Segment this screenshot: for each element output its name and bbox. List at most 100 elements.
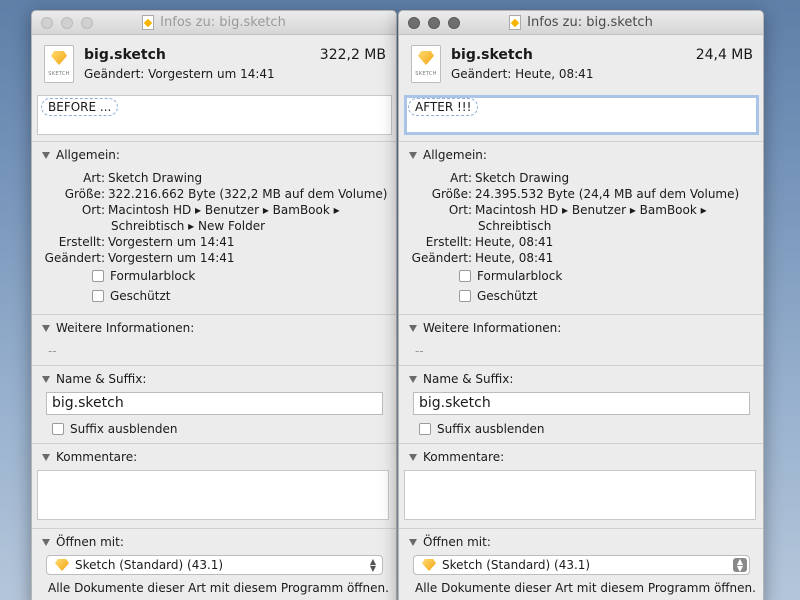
- tag-token[interactable]: BEFORE ...: [41, 98, 119, 116]
- file-size: 322,2 MB: [319, 47, 386, 63]
- comments-textarea[interactable]: [404, 470, 756, 520]
- select-stepper-icon[interactable]: ▲ ▼: [366, 558, 380, 573]
- stationery-label: Formularblock: [477, 269, 563, 283]
- file-name: big.sketch: [84, 47, 166, 63]
- section-general: Allgemein: Art: Sketch Drawing Größe: 24.3…: [399, 141, 763, 314]
- file-size: 24,4 MB: [695, 47, 753, 63]
- section-more-info: Weitere Informationen: --: [399, 314, 763, 365]
- locked-option[interactable]: Geschützt: [399, 286, 763, 306]
- open-with-select[interactable]: Sketch (Standard) (43.1) ▲ ▼: [46, 555, 383, 575]
- window-title: Infos zu: big.sketch: [32, 15, 396, 30]
- section-title: Name & Suffix:: [56, 372, 147, 386]
- value-size: 322.216.662 Byte (322,2 MB auf dem Volum…: [108, 187, 388, 201]
- tag-token[interactable]: AFTER !!!: [408, 98, 479, 116]
- disclosure-triangle-icon[interactable]: [42, 453, 50, 461]
- sketch-app-icon: [55, 559, 69, 571]
- section-title: Allgemein:: [56, 148, 120, 162]
- section-title: Öffnen mit:: [423, 535, 491, 549]
- label-modified: Geändert:: [44, 251, 105, 265]
- section-title: Allgemein:: [423, 148, 487, 162]
- window-title: Infos zu: big.sketch: [399, 15, 763, 30]
- section-header-comments[interactable]: Kommentare:: [399, 444, 763, 470]
- section-comments: Kommentare:: [399, 443, 763, 528]
- open-with-value: Sketch (Standard) (43.1): [442, 558, 591, 572]
- file-name: big.sketch: [451, 47, 533, 63]
- open-with-note: Alle Dokumente dieser Art mit diesem Pro…: [415, 581, 756, 595]
- file-icon-label: SKETCH: [415, 71, 437, 77]
- file-icon-label: SKETCH: [48, 71, 70, 77]
- section-header-general[interactable]: Allgemein:: [399, 142, 763, 168]
- row-size: Größe: 322.216.662 Byte (322,2 MB auf dem…: [32, 186, 396, 202]
- label-kind: Art:: [83, 171, 105, 185]
- window-title-text: Infos zu: big.sketch: [160, 15, 286, 30]
- more-info-value: --: [48, 344, 57, 358]
- hide-extension-label: Suffix ausblenden: [437, 422, 545, 436]
- locked-label: Geschützt: [477, 289, 538, 303]
- disclosure-triangle-icon[interactable]: [42, 538, 50, 546]
- disclosure-triangle-icon[interactable]: [409, 453, 417, 461]
- hide-extension-option[interactable]: Suffix ausblenden: [399, 415, 763, 443]
- stationery-option[interactable]: Formularblock: [399, 266, 763, 286]
- sketch-gem-icon: [418, 51, 434, 65]
- tags-field[interactable]: AFTER !!!: [404, 95, 759, 135]
- disclosure-triangle-icon[interactable]: [409, 375, 417, 383]
- title-bar[interactable]: Infos zu: big.sketch: [32, 11, 396, 35]
- hide-extension-option[interactable]: Suffix ausblenden: [32, 415, 396, 443]
- value-created: Heute, 08:41: [475, 235, 554, 249]
- disclosure-triangle-icon[interactable]: [409, 151, 417, 159]
- comments-textarea[interactable]: [37, 470, 389, 520]
- label-kind: Art:: [450, 171, 472, 185]
- section-header-open-with[interactable]: Öffnen mit:: [399, 529, 763, 555]
- section-general: Allgemein: Art: Sketch Drawing Größe: 322.…: [32, 141, 396, 314]
- stationery-checkbox[interactable]: [92, 270, 104, 282]
- locked-checkbox[interactable]: [459, 290, 471, 302]
- disclosure-triangle-icon[interactable]: [42, 375, 50, 383]
- locked-checkbox[interactable]: [92, 290, 104, 302]
- section-header-more-info[interactable]: Weitere Informationen:: [32, 315, 396, 341]
- locked-label: Geschützt: [110, 289, 171, 303]
- hide-extension-checkbox[interactable]: [419, 423, 431, 435]
- open-with-select[interactable]: Sketch (Standard) (43.1) ▲ ▼: [413, 555, 750, 575]
- stationery-label: Formularblock: [110, 269, 196, 283]
- section-title: Kommentare:: [56, 450, 138, 464]
- section-header-name-extension[interactable]: Name & Suffix:: [399, 366, 763, 392]
- name-input[interactable]: big.sketch: [46, 392, 383, 415]
- disclosure-triangle-icon[interactable]: [409, 324, 417, 332]
- document-icon: [509, 15, 522, 30]
- open-with-note: Alle Dokumente dieser Art mit diesem Pro…: [48, 581, 389, 595]
- section-open-with: Öffnen mit: Sketch (Standard) (43.1) ▲ ▼ …: [32, 528, 396, 595]
- tags-field[interactable]: BEFORE ...: [37, 95, 392, 135]
- sketch-file-icon: SKETCH: [44, 45, 74, 83]
- hide-extension-checkbox[interactable]: [52, 423, 64, 435]
- value-where-cont: Schreibtisch: [478, 219, 552, 233]
- label-size: Größe:: [64, 187, 105, 201]
- section-name-extension: Name & Suffix: big.sketch Suffix ausblen…: [32, 365, 396, 443]
- row-modified: Geändert: Heute, 08:41: [399, 250, 763, 266]
- stationery-option[interactable]: Formularblock: [32, 266, 396, 286]
- row-kind: Art: Sketch Drawing: [32, 170, 396, 186]
- section-title: Öffnen mit:: [56, 535, 124, 549]
- value-kind: Sketch Drawing: [475, 171, 570, 185]
- open-with-value: Sketch (Standard) (43.1): [75, 558, 224, 572]
- section-title: Weitere Informationen:: [56, 321, 195, 335]
- section-header-open-with[interactable]: Öffnen mit:: [32, 529, 396, 555]
- value-kind: Sketch Drawing: [108, 171, 203, 185]
- section-header-general[interactable]: Allgemein:: [32, 142, 396, 168]
- value-created: Vorgestern um 14:41: [108, 235, 235, 249]
- title-bar[interactable]: Infos zu: big.sketch: [399, 11, 763, 35]
- row-modified: Geändert: Vorgestern um 14:41: [32, 250, 396, 266]
- section-header-name-extension[interactable]: Name & Suffix:: [32, 366, 396, 392]
- file-modified: Geändert: Heute, 08:41: [451, 67, 594, 81]
- locked-option[interactable]: Geschützt: [32, 286, 396, 306]
- label-where: Ort:: [448, 203, 472, 217]
- disclosure-triangle-icon[interactable]: [409, 538, 417, 546]
- row-created: Erstellt: Heute, 08:41: [399, 234, 763, 250]
- name-input[interactable]: big.sketch: [413, 392, 750, 415]
- section-header-comments[interactable]: Kommentare:: [32, 444, 396, 470]
- disclosure-triangle-icon[interactable]: [42, 324, 50, 332]
- disclosure-triangle-icon[interactable]: [42, 151, 50, 159]
- select-stepper-icon[interactable]: ▲ ▼: [733, 558, 747, 573]
- stationery-checkbox[interactable]: [459, 270, 471, 282]
- section-title: Kommentare:: [423, 450, 505, 464]
- section-header-more-info[interactable]: Weitere Informationen:: [399, 315, 763, 341]
